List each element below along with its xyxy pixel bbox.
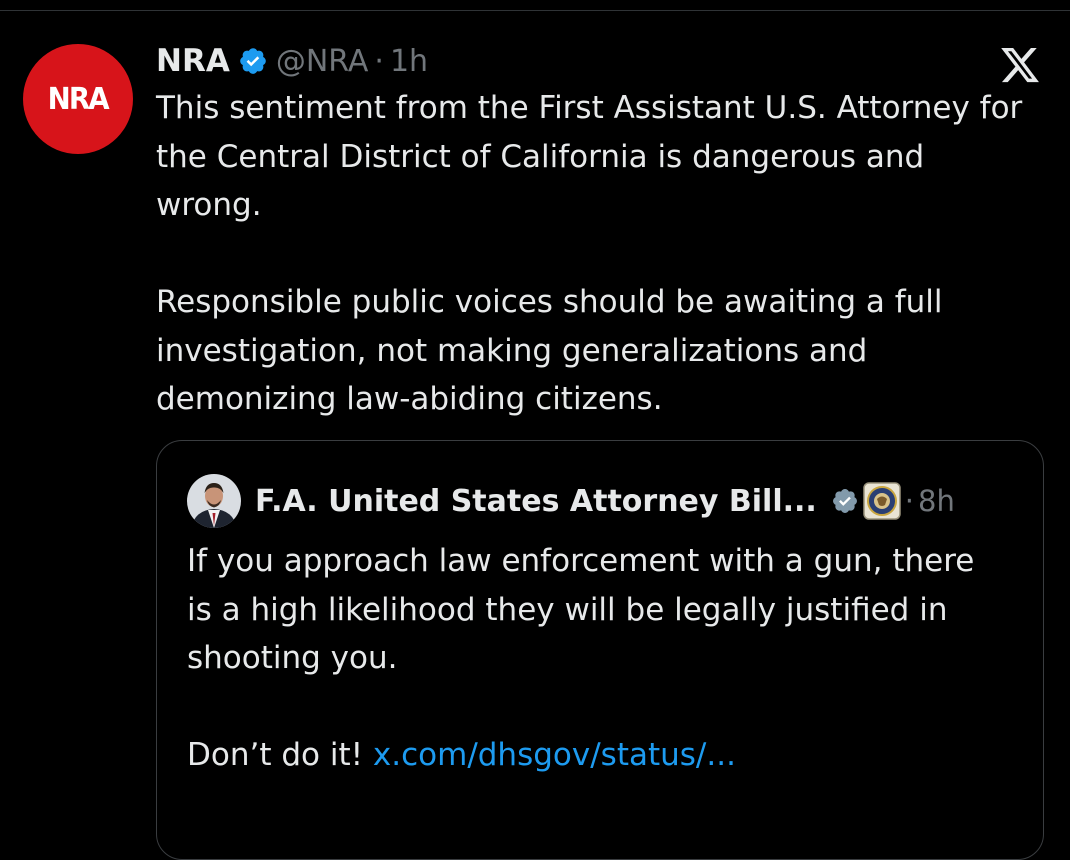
top-divider bbox=[0, 10, 1070, 11]
quoted-tweet-card[interactable]: F.A. United States Attorney Bill... · 8h… bbox=[156, 440, 1044, 860]
quoted-paragraph-2-text: Don’t do it! bbox=[187, 737, 373, 773]
tweet-paragraph-1: This sentiment from the First Assistant … bbox=[156, 90, 1023, 223]
quoted-paragraph-2: Don’t do it! x.com/dhsgov/status/... bbox=[187, 731, 1007, 780]
tweet-body: This sentiment from the First Assistant … bbox=[156, 84, 1036, 424]
tweet-timestamp[interactable]: 1h bbox=[390, 44, 428, 79]
tweet-header: NRA @NRA · 1h bbox=[156, 38, 428, 84]
quoted-time-separator: · bbox=[904, 484, 915, 518]
quoted-tweet-header: F.A. United States Attorney Bill... · 8h bbox=[187, 473, 955, 529]
doj-seal-icon bbox=[863, 482, 901, 520]
tweet-paragraph-2: Responsible public voices should be awai… bbox=[156, 284, 943, 417]
quoted-author-avatar[interactable] bbox=[187, 474, 241, 528]
verified-badge-icon bbox=[832, 489, 857, 513]
author-name[interactable]: NRA bbox=[156, 43, 230, 79]
quoted-paragraph-1: If you approach law enforcement with a g… bbox=[187, 543, 975, 676]
nra-logo-text: NRA bbox=[47, 81, 110, 117]
quoted-timestamp[interactable]: 8h bbox=[918, 484, 955, 518]
quoted-status-link[interactable]: x.com/dhsgov/status/... bbox=[373, 737, 736, 773]
x-logo-icon bbox=[1001, 47, 1039, 83]
quoted-tweet-body: If you approach law enforcement with a g… bbox=[187, 537, 1007, 780]
nra-avatar[interactable]: NRA bbox=[23, 44, 133, 154]
author-handle[interactable]: @NRA bbox=[276, 44, 369, 79]
quoted-author-name[interactable]: F.A. United States Attorney Bill... bbox=[255, 484, 817, 519]
time-separator: · bbox=[374, 43, 384, 79]
verified-badge-icon bbox=[240, 48, 266, 74]
